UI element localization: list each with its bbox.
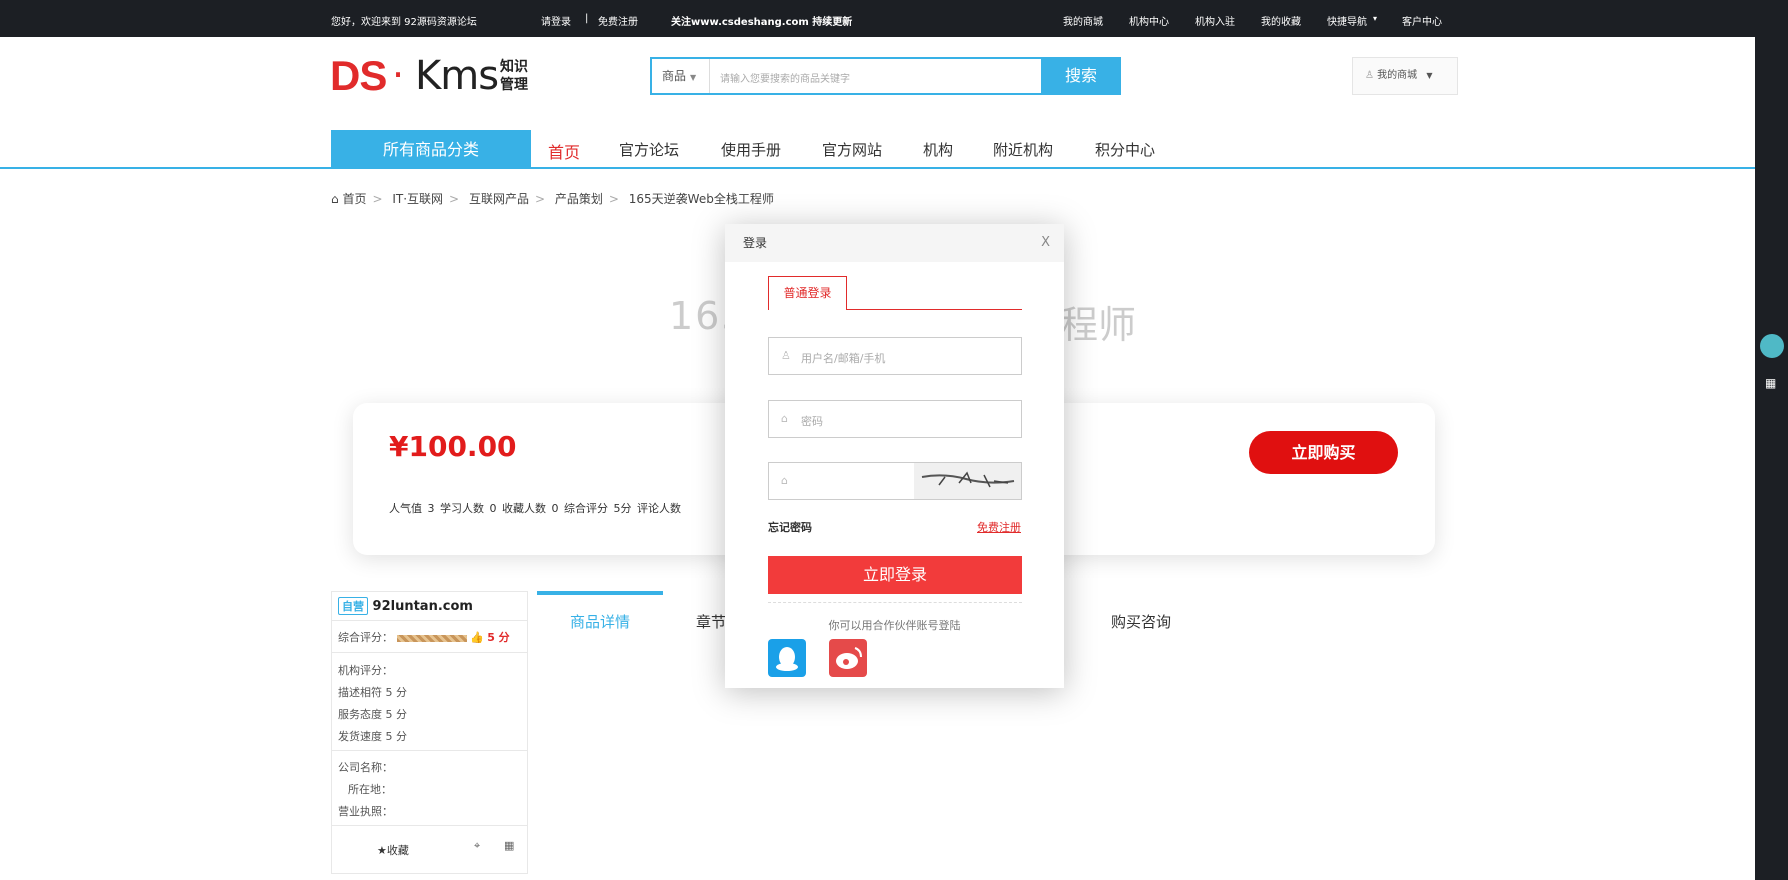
- logo-subtitle: 知识管理: [500, 59, 528, 93]
- breadcrumb-home[interactable]: 首页: [342, 192, 366, 206]
- store-panel: 自营 92luntan.com 综合评分： 👍 5 分 机构评分： 描述相符 5…: [331, 591, 528, 874]
- right-toolbar: [1755, 0, 1788, 880]
- home-icon: ⌂: [331, 192, 339, 206]
- weibo-login-icon[interactable]: [829, 639, 867, 677]
- org-rating-label: 机构评分：: [338, 664, 393, 677]
- chevron-down-icon: ▾: [1373, 14, 1378, 23]
- welcome-text: 您好，欢迎来到 92源码资源论坛: [331, 17, 477, 28]
- search-box: 商品 ▼ 请输入您要搜索的商品关键字 搜索: [650, 57, 1121, 95]
- product-stats: 人气值 3 学习人数 0 收藏人数 0 综合评分 5分 评论人数: [389, 502, 681, 515]
- top-bar: 您好，欢迎来到 92源码资源论坛 请登录 | 免费注册 关注www.csdesh…: [0, 0, 1788, 37]
- divider: [768, 602, 1022, 603]
- rating-speed: 发货速度 5 分: [338, 730, 407, 743]
- my-mall-dropdown[interactable]: ♙ 我的商城 ▼: [1352, 57, 1458, 95]
- close-icon[interactable]: X: [1041, 224, 1050, 262]
- login-link[interactable]: 请登录: [541, 13, 571, 28]
- buy-now-button[interactable]: 立即购买: [1249, 431, 1398, 474]
- user-icon: ♙: [1365, 70, 1374, 81]
- partner-login-text: 你可以用合作伙伴账号登陆: [828, 619, 961, 632]
- login-button[interactable]: 立即登录: [768, 556, 1022, 594]
- breadcrumb: ⌂ 首页 > IT·互联网 > 互联网产品 > 产品策划 > 165天逆袭Web全栈工程…: [331, 192, 774, 206]
- qr-code-icon[interactable]: ▦: [1765, 376, 1779, 390]
- breadcrumb-it[interactable]: IT·互联网: [392, 192, 443, 206]
- overall-rating-value: 5 分: [487, 631, 510, 644]
- rating-description: 描述相符 5 分: [338, 686, 407, 699]
- location-pin-icon[interactable]: ⌖: [474, 839, 480, 853]
- avatar[interactable]: [1760, 334, 1784, 358]
- tab-underline: [846, 309, 1022, 310]
- all-categories-button[interactable]: 所有商品分类: [331, 130, 531, 169]
- topbar-separator: |: [585, 13, 589, 24]
- nav-item-website[interactable]: 官方网站: [822, 139, 882, 160]
- topbar-link-org-join[interactable]: 机构入驻: [1195, 13, 1235, 28]
- breadcrumb-internet-products[interactable]: 互联网产品: [469, 192, 529, 206]
- search-category-label: 商品: [662, 69, 687, 83]
- tab-consult[interactable]: 购买咨询: [1111, 611, 1171, 632]
- search-input[interactable]: 请输入您要搜索的商品关键字: [720, 70, 850, 85]
- nav-item-home[interactable]: 首页: [548, 139, 580, 163]
- topbar-link-customer-center[interactable]: 客户中心: [1402, 13, 1442, 28]
- logo-kms: Kms: [415, 53, 499, 99]
- chevron-down-icon: ▼: [690, 73, 697, 82]
- active-tab-indicator: [537, 591, 663, 595]
- shield-icon: ⌂: [781, 474, 788, 487]
- user-icon: ♙: [781, 349, 791, 362]
- username-placeholder: 用户名/邮箱/手机: [801, 352, 886, 365]
- breadcrumb-current: 165天逆袭Web全栈工程师: [628, 192, 774, 206]
- rating-service: 服务态度 5 分: [338, 708, 407, 721]
- location-label: 所在地：: [348, 783, 392, 796]
- nav-item-points[interactable]: 积分中心: [1095, 139, 1155, 160]
- favorite-button[interactable]: ★收藏: [377, 842, 409, 858]
- username-field[interactable]: ♙ 用户名/邮箱/手机: [768, 337, 1022, 375]
- nav-item-org[interactable]: 机构: [923, 139, 953, 160]
- nav-item-forum[interactable]: 官方论坛: [619, 139, 679, 160]
- my-mall-label: 我的商城: [1377, 70, 1418, 81]
- breadcrumb-planning[interactable]: 产品策划: [555, 192, 603, 206]
- qq-login-icon[interactable]: [768, 639, 806, 677]
- topbar-link-favorites[interactable]: 我的收藏: [1261, 13, 1301, 28]
- topbar-link-org-center[interactable]: 机构中心: [1129, 13, 1169, 28]
- password-placeholder: 密码: [801, 415, 823, 428]
- logo-ds: DS: [330, 52, 387, 99]
- company-name-label: 公司名称：: [338, 761, 393, 774]
- self-operated-badge: 自营: [338, 597, 368, 615]
- register-link[interactable]: 免费注册: [598, 13, 638, 28]
- nav-item-nearby-org[interactable]: 附近机构: [993, 139, 1053, 160]
- tab-details[interactable]: 商品详情: [570, 611, 630, 632]
- search-category-select[interactable]: 商品 ▼: [652, 59, 710, 93]
- qr-code-icon[interactable]: ▦: [504, 839, 514, 852]
- login-modal-header: 登录 X: [725, 224, 1064, 262]
- nav-item-manual[interactable]: 使用手册: [721, 139, 781, 160]
- rating-bar: [396, 634, 467, 642]
- product-title-right: 程师: [1060, 303, 1137, 347]
- login-modal-title: 登录: [743, 236, 768, 250]
- store-name[interactable]: 92luntan.com: [373, 599, 473, 614]
- overall-rating-label: 综合评分：: [338, 631, 393, 644]
- tab-normal-login[interactable]: 普通登录: [768, 276, 847, 310]
- forgot-password-link[interactable]: 忘记密码: [768, 519, 812, 535]
- password-field[interactable]: ⌂ 密码: [768, 400, 1022, 438]
- topbar-link-quick-nav[interactable]: 快捷导航: [1327, 13, 1367, 28]
- favorite-label: 收藏: [386, 844, 409, 857]
- logo-dot: ·: [392, 53, 405, 97]
- free-register-link[interactable]: 免费注册: [977, 519, 1021, 535]
- license-label: 营业执照：: [338, 805, 393, 818]
- captcha-image[interactable]: [914, 463, 1021, 499]
- follow-notice[interactable]: 关注www.csdeshang.com 持续更新: [671, 13, 852, 28]
- captcha-field[interactable]: ⌂: [768, 462, 1022, 500]
- topbar-link-my-mall[interactable]: 我的商城: [1063, 13, 1103, 28]
- lock-icon: ⌂: [781, 412, 788, 425]
- chevron-down-icon: ▼: [1426, 71, 1433, 80]
- login-modal: 登录 X 普通登录 ♙ 用户名/邮箱/手机 ⌂ 密码 ⌂ 忘记密码 免费注册 立…: [725, 224, 1064, 688]
- thumbs-up-icon: 👍: [470, 631, 484, 644]
- tab-chapters[interactable]: 章节: [696, 611, 726, 632]
- product-price: ¥100.00: [389, 430, 517, 463]
- search-button[interactable]: 搜索: [1041, 57, 1121, 95]
- star-icon: ★: [377, 844, 387, 857]
